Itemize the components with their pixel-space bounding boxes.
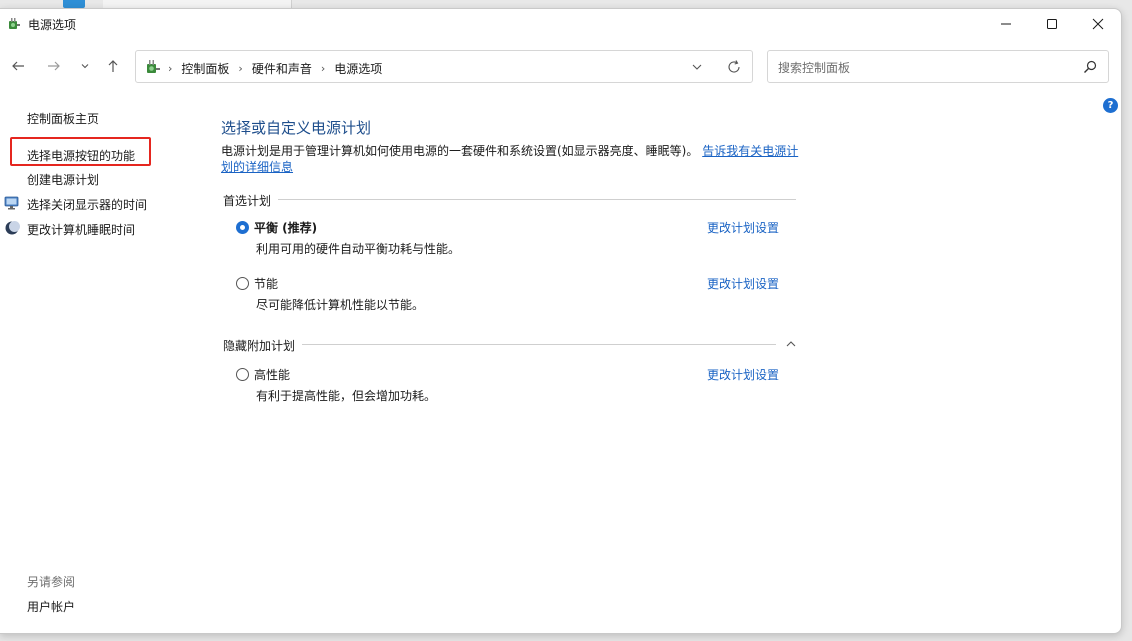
plan-desc-high-performance: 有利于提高性能，但会增加功耗。	[256, 389, 437, 403]
recent-locations-button[interactable]	[74, 55, 96, 77]
user-accounts-link[interactable]: 用户帐户	[27, 598, 75, 615]
background-tab	[103, 0, 292, 8]
divider	[302, 344, 776, 345]
preferred-plans-header: 首选计划	[223, 192, 271, 209]
back-button[interactable]	[7, 55, 29, 77]
arrow-up-icon	[108, 60, 118, 72]
plan-radio-high-performance[interactable]	[236, 368, 249, 381]
help-icon[interactable]: ?	[1103, 98, 1118, 113]
sidebar-item-sleep-time[interactable]: 更改计算机睡眠时间	[27, 221, 135, 238]
sidebar-item-display-off-time[interactable]: 选择关闭显示器的时间	[27, 196, 147, 213]
breadcrumb-separator-icon: ›	[238, 62, 243, 75]
refresh-icon[interactable]	[726, 59, 742, 75]
control-panel-icon	[147, 60, 160, 73]
maximize-icon	[1047, 19, 1057, 29]
moon-icon	[5, 221, 20, 235]
navigation-bar: › 控制面板 › 硬件和声音 › 电源选项	[0, 47, 1121, 85]
search-icon[interactable]	[1082, 59, 1098, 75]
forward-button[interactable]	[43, 55, 65, 77]
description-text: 电源计划是用于管理计算机如何使用电源的一套硬件和系统设置(如显示器亮度、睡眠等)…	[221, 144, 699, 158]
breadcrumb-item-hardware-sound[interactable]: 硬件和声音	[252, 60, 312, 77]
plan-name-power-saver[interactable]: 节能	[254, 275, 278, 292]
arrow-right-icon	[48, 61, 60, 71]
plan-desc-balanced: 利用可用的硬件自动平衡功耗与性能。	[256, 242, 461, 256]
search-input[interactable]	[776, 58, 1070, 78]
breadcrumb-separator-icon: ›	[168, 62, 173, 75]
page-description: 电源计划是用于管理计算机如何使用电源的一套硬件和系统设置(如显示器亮度、睡眠等)…	[221, 143, 801, 175]
preferred-plans-label: 首选计划	[223, 194, 272, 208]
address-bar[interactable]: › 控制面板 › 硬件和声音 › 电源选项	[135, 50, 753, 83]
breadcrumb-separator-icon: ›	[320, 62, 326, 75]
minimize-button[interactable]	[983, 9, 1029, 39]
monitor-icon	[4, 196, 19, 210]
search-box	[767, 50, 1109, 83]
minimize-icon	[1001, 23, 1011, 25]
change-plan-settings-link-balanced[interactable]: 更改计划设置	[707, 219, 779, 236]
title-bar: 电源选项	[0, 9, 1121, 39]
hidden-plans-label: 隐藏附加计划	[223, 339, 296, 353]
control-panel-home-link[interactable]: 控制面板主页	[27, 110, 99, 127]
chevron-up-icon[interactable]	[785, 338, 797, 350]
breadcrumb: › 控制面板 › 硬件和声音 › 电源选项	[168, 60, 382, 77]
see-also-heading: 另请参阅	[27, 575, 76, 589]
close-icon	[1092, 18, 1104, 30]
plan-radio-balanced[interactable]	[236, 221, 249, 234]
breadcrumb-item-power-options[interactable]: 电源选项	[334, 60, 382, 77]
arrow-left-icon	[12, 61, 24, 71]
sidebar-item-create-plan[interactable]: 创建电源计划	[27, 171, 99, 188]
plan-desc-power-saver: 尽可能降低计算机性能以节能。	[256, 298, 425, 312]
page-title: 选择或自定义电源计划	[221, 119, 372, 137]
power-options-window: 电源选项 › 控制面板 › 硬件和声音 › 电源选项 搜索控制面板 ? 控制面板…	[0, 8, 1122, 634]
maximize-button[interactable]	[1029, 9, 1075, 39]
power-options-icon	[9, 18, 20, 29]
background-app-icon	[63, 0, 85, 8]
sidebar-item-power-button-function[interactable]: 选择电源按钮的功能	[27, 147, 135, 164]
breadcrumb-item-control-panel[interactable]: 控制面板	[181, 60, 229, 77]
hidden-plans-header[interactable]: 隐藏附加计划	[223, 337, 295, 354]
up-button[interactable]	[102, 55, 124, 77]
change-plan-settings-link-power-saver[interactable]: 更改计划设置	[707, 275, 779, 292]
plan-name-balanced[interactable]: 平衡 (推荐)	[254, 219, 317, 236]
window-title: 电源选项	[28, 18, 77, 32]
close-button[interactable]	[1075, 9, 1121, 39]
plan-name-high-performance[interactable]: 高性能	[254, 366, 290, 383]
plan-radio-power-saver[interactable]	[236, 277, 249, 290]
address-dropdown-icon[interactable]	[689, 59, 705, 75]
divider	[278, 199, 796, 200]
chevron-down-icon	[81, 64, 89, 69]
change-plan-settings-link-high-performance[interactable]: 更改计划设置	[707, 366, 779, 383]
